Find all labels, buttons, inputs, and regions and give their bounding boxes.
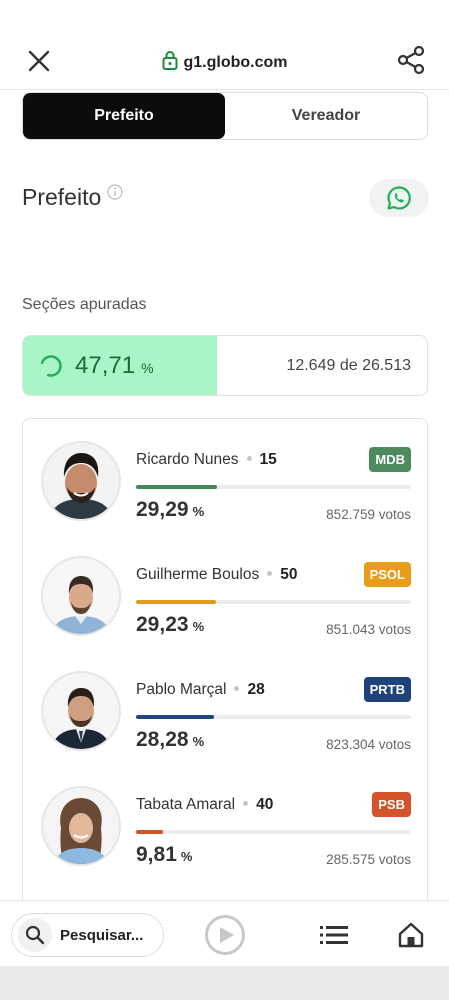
separator-dot [234,686,240,691]
candidate-percent: 28,28% [136,728,204,752]
candidate-percent: 29,23% [136,613,204,637]
vote-bar-fill [136,830,163,834]
party-badge: PSOL [363,562,411,587]
candidate-row[interactable]: Ricardo Nunes 15 MDB 29,29% 852.759 votos [41,441,411,541]
candidate-avatar [41,441,121,521]
candidate-avatar [41,556,121,636]
url-text: g1.globo.com [183,54,288,71]
share-icon[interactable] [395,44,427,76]
system-nav-area [0,966,449,1000]
candidate-row[interactable]: Guilherme Boulos 50 PSOL 29,23% 851.043 v… [41,556,411,656]
search-icon [18,918,52,952]
menu-list-icon[interactable] [320,923,348,947]
candidate-avatar [41,671,121,751]
candidate-votes: 823.304 votos [326,737,411,752]
candidate-percent: 9,81% [136,843,192,867]
whatsapp-share-button[interactable] [369,179,429,217]
section-title: Prefeito [22,184,102,210]
progress-percent-area: 47,71 % [23,336,217,395]
address-bar[interactable]: g1.globo.com [0,50,449,72]
sections-count: 12.649 de 26.513 [286,356,411,374]
percent-value: 29,29 [136,498,189,521]
progress-percent-sign: % [141,359,154,376]
loading-spinner-icon [40,354,62,377]
sections-progress: 47,71 % 12.649 de 26.513 [22,335,428,396]
candidate-votes: 285.575 votos [326,852,411,867]
party-badge: PSB [372,792,411,817]
candidates-card: Ricardo Nunes 15 MDB 29,29% 852.759 votos… [22,418,428,918]
candidate-name: Ricardo Nunes [136,451,239,468]
candidate-percent: 29,29% [136,498,204,522]
sections-counted-label: Seções apuradas [22,296,147,313]
vote-bar-fill [136,600,217,604]
percent-sign: % [180,849,193,864]
bottom-nav: Pesquisar... [0,900,449,966]
vote-bar [136,485,411,489]
candidate-avatar [41,786,121,866]
candidate-name-line: Pablo Marçal 28 [136,681,265,699]
candidate-name-line: Tabata Amaral 40 [136,796,273,814]
percent-sign: % [192,504,205,519]
vote-bar [136,715,411,719]
candidate-name: Tabata Amaral [136,796,236,813]
candidate-name: Pablo Marçal [136,681,227,698]
vote-bar [136,600,411,604]
candidate-number: 50 [280,566,298,583]
separator-dot [243,801,249,806]
candidate-row[interactable]: Tabata Amaral 40 PSB 9,81% 285.575 votos [41,786,411,886]
percent-sign: % [192,619,205,634]
separator-dot [267,571,273,576]
party-badge: PRTB [363,677,411,702]
search-label: Pesquisar... [60,926,144,944]
play-icon[interactable] [204,914,246,956]
percent-sign: % [192,734,205,749]
candidate-votes: 852.759 votos [326,507,411,522]
candidate-name-line: Guilherme Boulos 50 [136,566,297,584]
office-tabs: Prefeito Vereador [22,92,428,140]
tab-prefeito[interactable]: Prefeito [23,93,225,139]
candidate-votes: 851.043 votos [326,622,411,637]
home-icon[interactable] [397,921,425,949]
progress-percent: 47,71 [75,351,136,379]
info-icon[interactable] [107,184,123,200]
browser-top-bar: g1.globo.com [0,0,449,90]
percent-value: 9,81 [136,843,177,866]
candidate-number: 40 [256,796,274,813]
lock-icon [162,51,177,70]
whatsapp-icon [387,186,411,210]
percent-value: 28,28 [136,728,189,751]
percent-value: 29,23 [136,613,189,636]
party-badge: MDB [369,447,411,472]
tab-vereador[interactable]: Vereador [225,93,427,139]
candidate-name-line: Ricardo Nunes 15 [136,451,277,469]
vote-bar-fill [136,715,214,719]
vote-bar [136,830,411,834]
candidate-row[interactable]: Pablo Marçal 28 PRTB 28,28% 823.304 votos [41,671,411,771]
separator-dot [246,456,252,461]
candidate-number: 28 [247,681,265,698]
search-button[interactable]: Pesquisar... [11,913,164,957]
candidate-name: Guilherme Boulos [136,566,260,583]
vote-bar-fill [136,485,217,489]
candidate-number: 15 [259,451,277,468]
